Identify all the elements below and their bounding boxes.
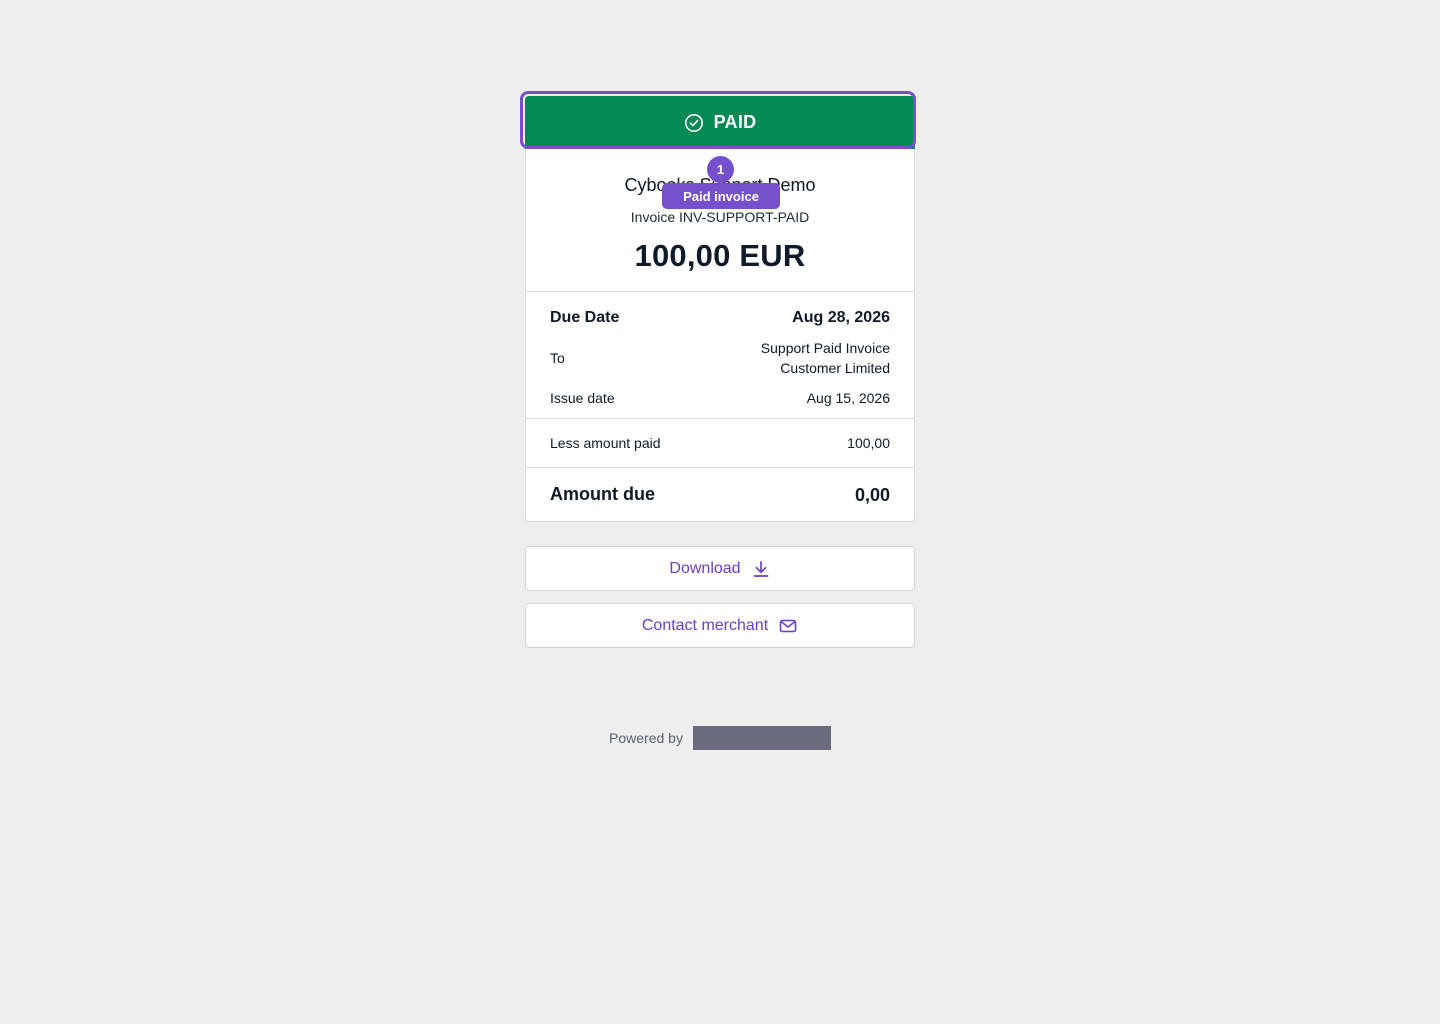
paid-status-banner: PAID — [520, 91, 916, 149]
recipient-label: To — [550, 350, 565, 366]
powered-by-text: Powered by — [609, 730, 683, 746]
download-icon — [753, 560, 768, 577]
invoice-details: Due Date Aug 28, 2026 To Support Paid In… — [526, 292, 914, 419]
amount-paid-label: Less amount paid — [550, 435, 661, 451]
issue-date-value: Aug 15, 2026 — [806, 390, 890, 406]
issue-date-label: Issue date — [550, 390, 615, 406]
redacted-logo — [692, 726, 831, 750]
invoice-number: Invoice INV-SUPPORT-PAID — [630, 209, 810, 225]
contact-merchant-label: Contact merchant — [641, 616, 769, 634]
issue-date-row: Issue date Aug 15, 2026 — [550, 388, 890, 408]
amount-paid-row: Less amount paid 100,00 — [526, 419, 914, 468]
recipient-line-1: Support Paid Invoice — [760, 340, 890, 356]
invoice-card: 1 Paid invoice Cybooks Support Demo Invo… — [525, 149, 915, 522]
footer: Powered by — [0, 726, 1440, 750]
check-circle-icon — [684, 113, 703, 132]
amount-paid-value: 100,00 — [847, 435, 890, 451]
amount-due-row: Amount due 0,00 — [526, 468, 914, 521]
invoice-panel: PAID 1 Paid invoice Cybooks Support Demo… — [520, 91, 916, 648]
recipient-line-2: Customer Limited — [780, 360, 890, 376]
download-label: Download — [669, 559, 741, 577]
download-button[interactable]: Download — [525, 546, 915, 591]
paid-status-label: PAID — [713, 112, 757, 132]
invoice-total: 100,00 EUR — [634, 238, 806, 273]
recipient-value: Support Paid Invoice Customer Limited — [761, 338, 890, 378]
contact-merchant-button[interactable]: Contact merchant — [525, 603, 915, 648]
mail-icon — [779, 619, 797, 632]
annotation-number-badge: 1 — [707, 156, 734, 183]
amount-due-label: Amount due — [550, 484, 655, 504]
invoice-header: 1 Paid invoice Cybooks Support Demo Invo… — [526, 149, 914, 292]
due-date-label: Due Date — [550, 309, 620, 326]
annotation-label: Paid invoice — [662, 183, 780, 209]
amount-due-value: 0,00 — [854, 484, 890, 505]
due-date-value: Aug 28, 2026 — [792, 309, 890, 326]
due-date-row: Due Date Aug 28, 2026 — [550, 306, 890, 330]
recipient-row: To Support Paid Invoice Customer Limited — [550, 338, 890, 378]
